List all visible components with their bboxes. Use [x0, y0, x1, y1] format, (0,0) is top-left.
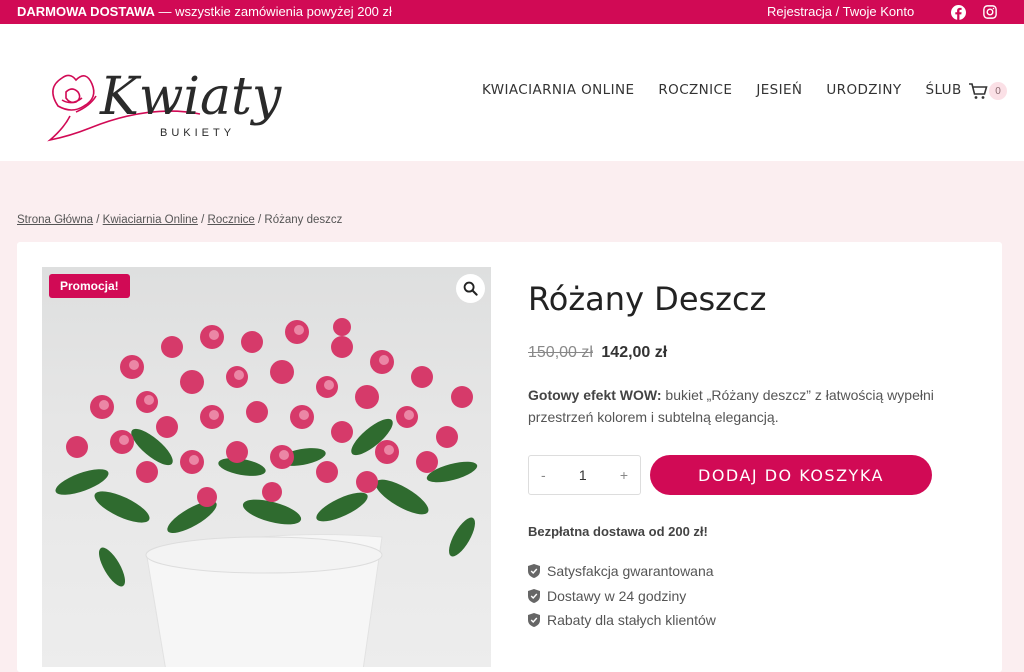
- top-bar: DARMOWA DOSTAWA — wszystkie zamówienia p…: [0, 0, 1024, 24]
- zoom-button[interactable]: [456, 274, 485, 303]
- nav-item-jesien[interactable]: JESIEŃ: [756, 82, 802, 98]
- quantity-minus-button[interactable]: -: [541, 467, 546, 483]
- facebook-icon[interactable]: [950, 4, 966, 20]
- shield-check-icon: [528, 564, 540, 579]
- nav-item-rocznice[interactable]: ROCZNICE: [658, 82, 732, 98]
- sale-badge: Promocja!: [49, 274, 130, 298]
- product-price: 150,00 zł 142,00 zł: [528, 344, 667, 362]
- breadcrumb-home[interactable]: Strona Główna: [17, 214, 93, 226]
- features-list: Satysfakcja gwarantowana Dostawy w 24 go…: [528, 559, 716, 633]
- search-icon: [463, 281, 478, 296]
- main-nav: KWIACIARNIA ONLINE ROCZNICE JESIEŃ URODZ…: [482, 82, 986, 98]
- cart-button[interactable]: 0: [968, 82, 1007, 100]
- instagram-icon[interactable]: [982, 4, 998, 20]
- quantity-plus-button[interactable]: +: [620, 467, 628, 483]
- cart-icon: [969, 83, 988, 99]
- logo-subtext: BUKIETY: [160, 127, 235, 139]
- nav-item-kwiaciarnia-online[interactable]: KWIACIARNIA ONLINE: [482, 82, 634, 98]
- site-logo[interactable]: Kwiaty BUKIETY: [40, 48, 310, 148]
- quantity-stepper: - 1 +: [528, 455, 641, 495]
- feature-label: Dostawy w 24 godziny: [547, 587, 687, 604]
- breadcrumb-sep: /: [197, 214, 208, 226]
- feature-label: Rabaty dla stałych klientów: [547, 612, 716, 629]
- shield-check-icon: [528, 613, 540, 628]
- breadcrumb-kwiaciarnia[interactable]: Kwiaciarnia Online: [103, 214, 198, 226]
- shield-check-icon: [528, 588, 540, 603]
- site-header: Kwiaty BUKIETY KWIACIARNIA ONLINE ROCZNI…: [0, 24, 1024, 161]
- account-link[interactable]: Rejestracja / Twoje Konto: [767, 4, 914, 19]
- product-title: Różany Deszcz: [528, 280, 767, 318]
- free-delivery-banner: DARMOWA DOSTAWA — wszystkie zamówienia p…: [17, 4, 392, 19]
- product-image[interactable]: [42, 267, 491, 667]
- old-price: 150,00 zł: [528, 344, 593, 361]
- breadcrumb-rocznice[interactable]: Rocznice: [208, 214, 255, 226]
- description-bold: Gotowy efekt WOW:: [528, 387, 662, 403]
- breadcrumb-current: Różany deszcz: [264, 214, 343, 226]
- quantity-input[interactable]: 1: [579, 467, 587, 483]
- cart-count-badge: 0: [989, 82, 1007, 100]
- add-to-cart-button[interactable]: DODAJ DO KOSZYKA: [650, 455, 932, 495]
- feature-item: Rabaty dla stałych klientów: [528, 608, 716, 633]
- breadcrumb-sep: /: [254, 214, 265, 226]
- nav-item-slub[interactable]: ŚLUB: [925, 82, 961, 98]
- sale-price: 142,00 zł: [601, 344, 668, 361]
- nav-item-urodziny[interactable]: URODZINY: [826, 82, 901, 98]
- logo-text: Kwiaty: [99, 67, 282, 127]
- free-shipping-note: Bezpłatna dostawa od 200 zł!: [528, 524, 708, 539]
- feature-label: Satysfakcja gwarantowana: [547, 563, 714, 580]
- breadcrumb-sep: /: [93, 214, 103, 226]
- breadcrumb: Strona Główna / Kwiaciarnia Online / Roc…: [17, 214, 342, 226]
- feature-item: Dostawy w 24 godziny: [528, 584, 716, 609]
- promo-text: — wszystkie zamówienia powyżej 200 zł: [154, 4, 392, 19]
- feature-item: Satysfakcja gwarantowana: [528, 559, 716, 584]
- product-description: Gotowy efekt WOW: bukiet „Różany deszcz”…: [528, 384, 958, 428]
- promo-bold: DARMOWA DOSTAWA: [17, 4, 155, 19]
